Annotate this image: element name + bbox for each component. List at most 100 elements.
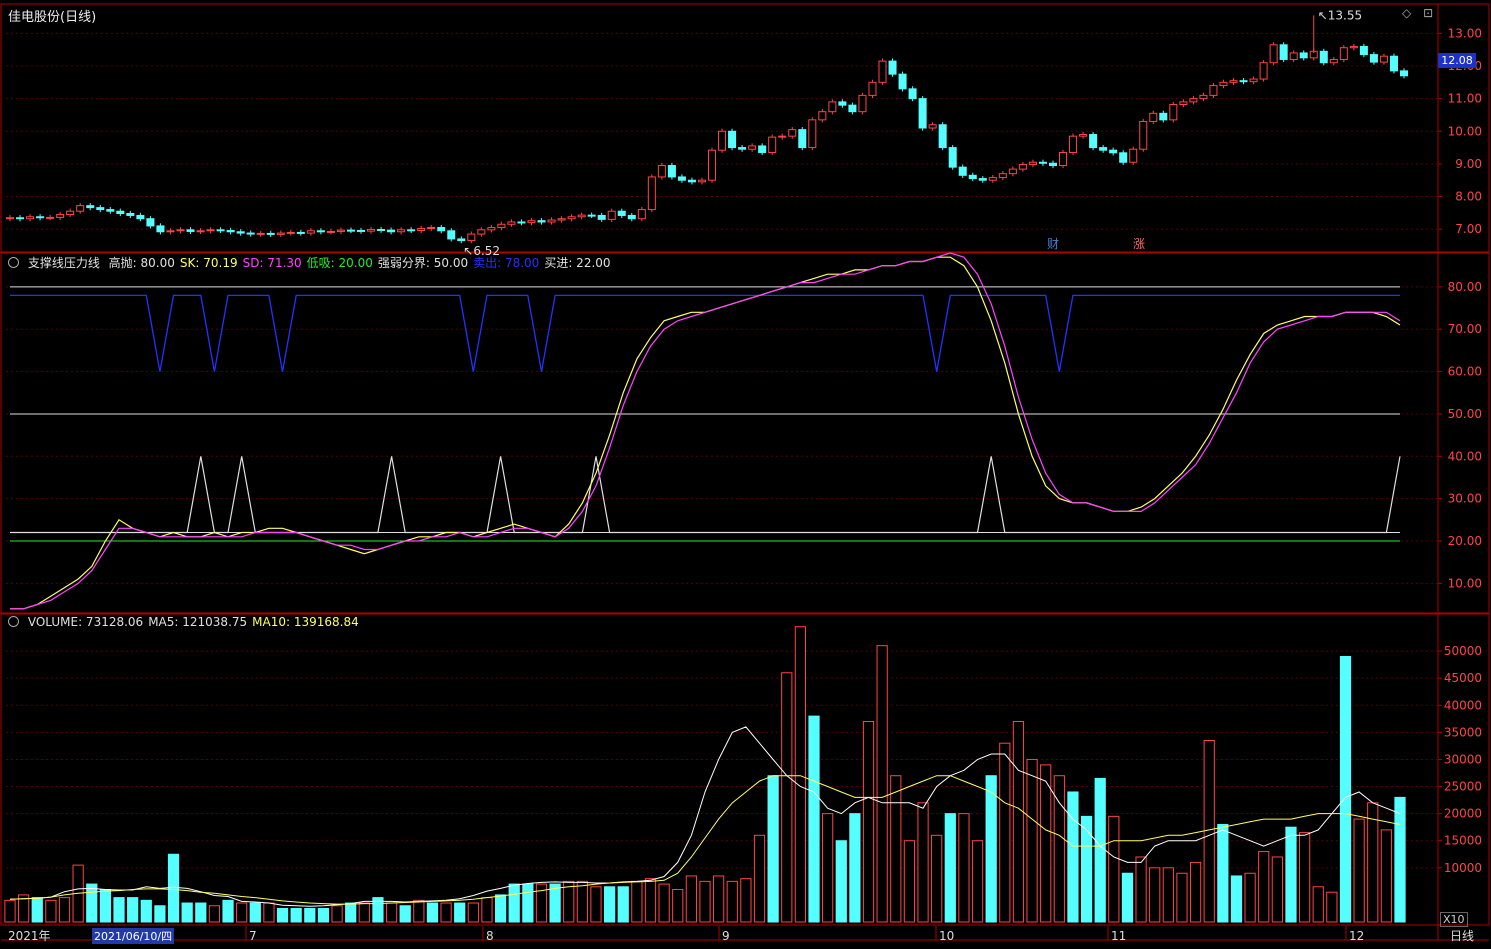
y-tick-label: 10000 (1444, 861, 1482, 875)
volume-settings-icon[interactable] (8, 616, 19, 627)
candle-body (948, 147, 957, 168)
candle-body (1249, 78, 1258, 83)
candle-body (407, 229, 416, 232)
y-tick-label: 10.00 (1448, 124, 1482, 138)
volume-bar (849, 813, 861, 923)
y-tick-label: 70.00 (1448, 322, 1482, 336)
diamond-icon[interactable]: ◇ (1402, 6, 1411, 20)
chart-stage: 7.008.009.0010.0011.0012.0013.00↖13.55↖6… (0, 0, 1491, 945)
volume-bar (1012, 721, 1025, 923)
candle-body (306, 230, 315, 234)
volume-bar (917, 802, 929, 923)
candle-body (336, 229, 345, 232)
volume-bar (45, 899, 57, 923)
y-tick-label: 40000 (1444, 698, 1482, 712)
candle-body (1299, 52, 1308, 59)
volume-bar (522, 883, 534, 923)
candle-body (56, 213, 65, 218)
volume-bar (154, 905, 166, 923)
candle-body (216, 229, 225, 232)
volume-bar (290, 907, 302, 923)
candle-body (758, 145, 767, 153)
chart-title: 佳电股份(日线) (8, 10, 97, 25)
volume-bar (1149, 867, 1161, 923)
candle-body (627, 214, 636, 220)
volume-bar (4, 899, 16, 923)
volume-bar (454, 902, 466, 923)
candle-body (136, 214, 145, 220)
volume-bar (181, 902, 193, 923)
x-month-label: 12 (1349, 929, 1364, 943)
candle-body (858, 94, 867, 113)
candle-body (1319, 50, 1328, 64)
volume-bar (426, 902, 439, 923)
candle-body (457, 238, 466, 242)
candle-body (788, 129, 797, 137)
candle-body (517, 221, 526, 224)
volume-bar (794, 626, 807, 923)
expand-icon[interactable]: ⊡ (1423, 6, 1433, 20)
candle-body (748, 145, 757, 150)
chart-corner-icons[interactable]: ◇ ⊡ (1402, 6, 1433, 20)
volume-bar (1271, 856, 1283, 923)
volume-bar (808, 715, 820, 923)
volume-bar (1326, 891, 1338, 923)
y-tick-label: 13.00 (1448, 26, 1482, 40)
volume-bar (590, 886, 602, 923)
candle-body (537, 220, 546, 223)
indicator-legend-item: 买进: 22.00 (544, 256, 611, 270)
candle-body (597, 214, 606, 220)
candle-body (206, 229, 215, 232)
candle-body (868, 81, 877, 96)
volume-legend-item: VOLUME: 73128.06 (27, 615, 144, 629)
series-line-sk (10, 256, 1401, 610)
candle-body (1028, 161, 1037, 166)
candle-body (66, 210, 75, 215)
candle-body (176, 229, 185, 232)
volume-bar (631, 880, 643, 923)
volume-bar (413, 899, 425, 923)
volume-bar (1230, 875, 1243, 923)
candle-body (146, 218, 155, 227)
candle-body (356, 229, 366, 232)
candle-body (417, 228, 426, 231)
candle-body (266, 232, 275, 235)
candle-body (778, 135, 787, 138)
volume-bar (1258, 851, 1270, 923)
candle-body (1069, 135, 1078, 153)
volume-bar (385, 902, 398, 923)
candle-body (1018, 164, 1027, 170)
candle-body (96, 207, 105, 211)
candle-body (928, 124, 937, 129)
volume-bar (1339, 656, 1352, 923)
candle-body (367, 228, 376, 232)
candle-body (1329, 58, 1338, 64)
volume-bar (1189, 861, 1202, 923)
candle-body (808, 119, 817, 149)
candle-body (507, 221, 516, 225)
candle-body (738, 147, 747, 150)
candle-body (1259, 62, 1268, 80)
candle-body (46, 216, 55, 219)
candle-body (437, 227, 446, 232)
candle-body (547, 219, 556, 223)
indicator-settings-icon[interactable] (8, 257, 19, 268)
series-line-sd (10, 252, 1401, 610)
candle-body (296, 231, 305, 234)
candle-body (377, 228, 386, 231)
volume-bar (876, 645, 888, 923)
volume-bar (890, 775, 902, 923)
candle-body (276, 232, 285, 235)
volume-bar (1367, 802, 1379, 923)
volume-bar (713, 875, 725, 923)
candle-body (116, 210, 125, 214)
candle-body (477, 229, 486, 235)
volume-bar (753, 834, 766, 923)
volume-bar (440, 902, 452, 923)
candle-body (848, 104, 857, 113)
volume-bar (672, 888, 684, 923)
candle-body (467, 233, 476, 242)
candle-body (1109, 149, 1118, 154)
indicator-legend-item: 低吸: 20.00 (306, 256, 373, 270)
candle-body (1048, 162, 1058, 167)
